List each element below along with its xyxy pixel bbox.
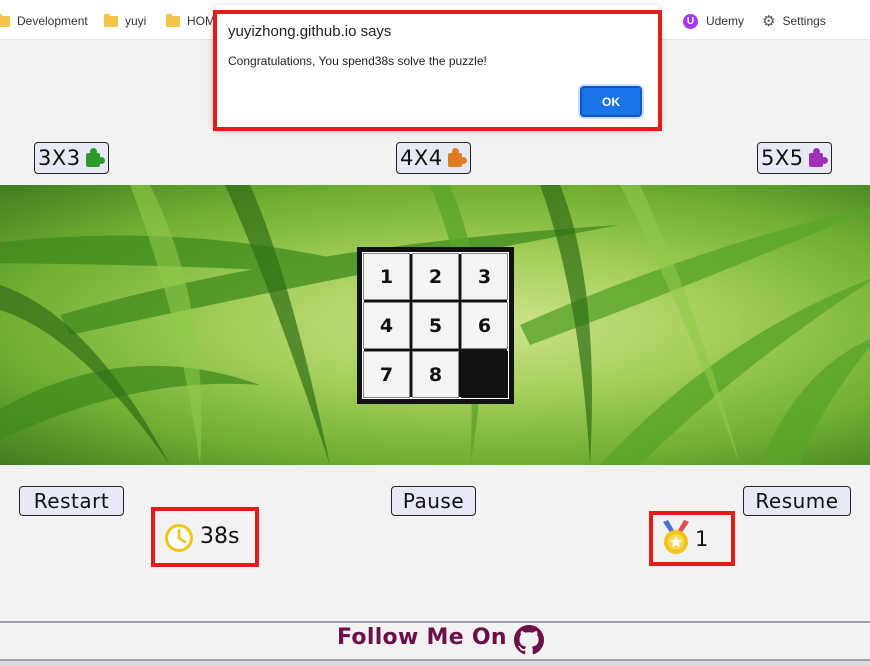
purple-puzzle-icon: [806, 147, 828, 169]
empty-tile[interactable]: [461, 351, 508, 398]
tile[interactable]: 8: [412, 351, 459, 398]
pause-button[interactable]: Pause: [391, 486, 476, 516]
size-label: 4X4: [400, 146, 443, 170]
puzzle-board: 1 2 3 4 5 6 7 8: [357, 247, 514, 404]
bookmark-label: yuyi: [125, 14, 147, 28]
folder-icon: [0, 13, 10, 27]
bookmark-label: HOM: [187, 14, 215, 28]
github-icon[interactable]: [514, 625, 544, 655]
follow-me-text: Follow Me On: [337, 625, 507, 650]
bookmark-hom[interactable]: HOM: [166, 12, 215, 30]
clock-icon: [165, 524, 193, 552]
bookmark-udemy[interactable]: U Udemy: [683, 12, 744, 30]
tile[interactable]: 3: [461, 253, 508, 300]
bookmark-label: Settings: [782, 14, 826, 28]
bookmark-label: Development: [17, 14, 88, 28]
bookmark-development[interactable]: Development: [0, 12, 88, 30]
tile[interactable]: 1: [363, 253, 410, 300]
bookmark-yuyi[interactable]: yuyi: [104, 12, 146, 30]
dialog-highlight: [213, 10, 662, 131]
udemy-icon: U: [683, 13, 698, 29]
size-label: 3X3: [38, 146, 81, 170]
size-label: 5X5: [761, 146, 804, 170]
size-3x3-button[interactable]: 3X3: [34, 142, 109, 174]
medal-icon: [663, 520, 689, 554]
tile[interactable]: 6: [461, 302, 508, 349]
footer-divider: [0, 621, 870, 623]
folder-icon: [166, 13, 180, 27]
folder-icon: [104, 13, 118, 27]
tile[interactable]: 4: [363, 302, 410, 349]
size-4x4-button[interactable]: 4X4: [396, 142, 471, 174]
size-5x5-button[interactable]: 5X5: [757, 142, 832, 174]
orange-puzzle-icon: [445, 147, 467, 169]
resume-button[interactable]: Resume: [743, 486, 851, 516]
tile[interactable]: 2: [412, 253, 459, 300]
bottom-strip: [0, 661, 870, 666]
restart-button[interactable]: Restart: [19, 486, 124, 516]
moves-count: 1: [695, 527, 709, 551]
tile[interactable]: 5: [412, 302, 459, 349]
bookmark-label: Udemy: [706, 14, 745, 28]
gear-icon: ⚙: [762, 13, 776, 30]
green-puzzle-icon: [83, 147, 105, 169]
tile[interactable]: 7: [363, 351, 410, 398]
bookmark-settings[interactable]: ⚙ Settings: [762, 12, 826, 30]
timer-value: 38s: [200, 524, 240, 549]
